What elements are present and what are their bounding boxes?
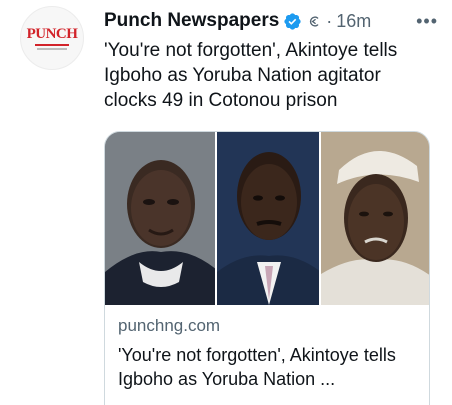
punch-logo: PUNCH: [26, 25, 78, 42]
more-options-icon[interactable]: •••: [416, 12, 438, 30]
card-body[interactable]: punchng.com 'You're not forgotten', Akin…: [105, 305, 429, 391]
logo-tagline: [37, 47, 67, 50]
portrait-left: [105, 132, 215, 305]
timestamp[interactable]: 16m: [336, 11, 371, 32]
portrait-left-figure: [105, 132, 215, 305]
grok-icon[interactable]: [307, 14, 322, 29]
author-name[interactable]: Punch Newspapers: [104, 10, 279, 32]
portrait-center: [216, 132, 320, 305]
portrait-right: [321, 132, 429, 305]
tweet-text: 'You're not forgotten', Akintoye tells I…: [104, 40, 398, 111]
link-card[interactable]: punchng.com 'You're not forgotten', Akin…: [104, 131, 430, 405]
card-title: 'You're not forgotten', Akintoye tells I…: [118, 345, 396, 389]
card-domain: punchng.com: [118, 316, 221, 335]
portrait-right-figure: [321, 132, 429, 305]
avatar[interactable]: PUNCH: [20, 6, 84, 70]
separator-dot: ·: [326, 10, 333, 31]
verified-badge-icon: [284, 12, 301, 30]
portrait-center-figure: [216, 132, 320, 305]
tweet-header: Punch Newspapers · 16m •••: [104, 8, 438, 34]
card-image[interactable]: [105, 132, 429, 305]
logo-underline: [35, 43, 69, 46]
tweet[interactable]: PUNCH Punch Newspapers · 16m ••• 'You're…: [0, 0, 452, 405]
